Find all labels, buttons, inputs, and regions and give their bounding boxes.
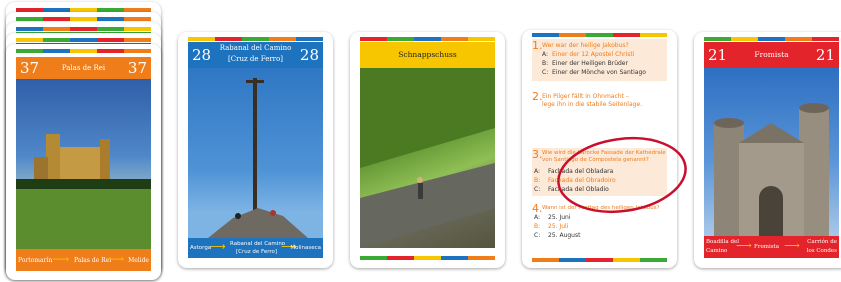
photo-pilgrim-road: [360, 68, 495, 248]
photo-fromista-church: [704, 68, 839, 236]
answer-c[interactable]: C: 25. August: [534, 232, 580, 239]
answer-text: Fachada del Obradoiro: [548, 177, 616, 184]
answer-c[interactable]: C: Einer der Mönche von Santiago: [542, 69, 646, 76]
photo-palas-de-rei: [16, 79, 151, 249]
route-from-line1: Boadilla del: [706, 239, 739, 245]
card-number-right: 28: [299, 46, 319, 64]
route-current: Fromista: [754, 244, 780, 250]
card-title: Schnappschuss: [398, 50, 457, 59]
card-palas-de-rei[interactable]: 37 Palas de Rei 37 Portomarín ⟶ Palas de…: [6, 44, 161, 280]
route-bar: Boadilla del Camino ⟶ Fromista ⟶ Carrión…: [704, 236, 839, 258]
answer-letter: C:: [534, 186, 541, 193]
color-stripe: [16, 49, 151, 53]
answer-c[interactable]: C: Fachada del Obladio: [534, 186, 616, 193]
answer-letter: B:: [542, 60, 549, 67]
answer-letter: B:: [534, 223, 541, 230]
color-stripe-bottom: [360, 256, 495, 260]
answer-letter: A:: [534, 214, 541, 221]
answer-text: Fachada del Obladio: [548, 186, 609, 193]
color-stripe: [16, 27, 151, 31]
card-header: Schnappschuss: [360, 42, 495, 68]
answer-letter: B:: [534, 177, 541, 184]
card-cruz-de-ferro[interactable]: 28 Rabanal del Camino [Cruz de Ferro] 28…: [178, 32, 333, 268]
answer-text: Einer der 12 Apostel Christi: [552, 51, 635, 58]
answer-text: 25. Juli: [548, 223, 569, 230]
color-stripe: [16, 17, 151, 21]
quiz-question-1: 1. Wer war der heilige Jakobus? A: Einer …: [532, 39, 667, 81]
question-text-line1: Wie wird die barocke Fassade der Kathedr…: [542, 150, 666, 156]
route-from: Portomarín: [18, 257, 53, 264]
color-stripe-bottom: [532, 258, 667, 262]
route-from-line2: Camino: [706, 248, 728, 254]
quiz-question-3: 3. Wie wird die barocke Fassade der Kath…: [532, 148, 667, 196]
question-text: Wer war der heilige Jakobus?: [542, 42, 629, 49]
arrow-right-icon: ⟶: [107, 252, 125, 266]
route-to-line1: Carrión de: [807, 239, 837, 245]
card-schnappschuss[interactable]: Schnappschuss: [350, 32, 505, 268]
answer-text: Einer der Mönche von Santiago: [552, 69, 646, 76]
answer-text: Einer der Heiligen Brüder: [552, 60, 628, 67]
answer-b[interactable]: B: 25. Juli: [534, 223, 580, 230]
route-current-line1: Rabanal del Camino: [230, 241, 286, 247]
route-from: Astorga: [190, 245, 212, 251]
answer-letter: C:: [534, 232, 541, 239]
route-to-line2: los Condes: [806, 248, 837, 254]
answer-text: 25. Juni: [548, 214, 571, 221]
color-stripe: [360, 37, 495, 41]
question-number: 2.: [532, 90, 543, 103]
color-stripe: [532, 33, 667, 37]
color-stripe: [704, 37, 839, 41]
answer-letter: C:: [542, 69, 549, 76]
quiz-card[interactable]: 1. Wer war der heilige Jakobus? A: Einer …: [522, 30, 677, 268]
route-bar: Astorga ⟶ Rabanal del Camino [Cruz de Fe…: [188, 238, 323, 258]
card-header: 28 Rabanal del Camino [Cruz de Ferro] 28: [188, 42, 323, 68]
route-current-line2: [Cruz de Ferro]: [236, 249, 278, 255]
answer-b[interactable]: B: Einer der Heiligen Brüder: [542, 60, 646, 67]
arrow-right-icon: ⟶: [210, 240, 226, 253]
arrow-right-icon: ⟶: [784, 239, 800, 252]
card-header: 21 Fromista 21: [704, 42, 839, 68]
answer-a[interactable]: A: Einer der 12 Apostel Christi: [542, 51, 646, 58]
question-text-line1: Ein Pilger fällt in Ohnmacht –: [542, 93, 629, 100]
answer-text: Fachada del Obladara: [548, 168, 614, 175]
answer-a[interactable]: A: Fachada del Obladara: [534, 168, 616, 175]
answer-letter: A:: [534, 168, 541, 175]
route-to: Melide: [128, 257, 149, 264]
quiz-question-4: 4. Wann ist der Festtag des heiligen Jak…: [532, 202, 667, 250]
question-text: Wann ist der Festtag des heiligen Jakobu…: [542, 205, 660, 211]
question-text-line2: von Santiago de Compostela genannt?: [542, 157, 649, 163]
arrow-right-icon: ⟶: [736, 239, 752, 252]
color-stripe: [16, 38, 151, 42]
arrow-right-icon: ⟶: [52, 252, 70, 266]
answer-text: 25. August: [548, 232, 581, 239]
question-number: 1.: [532, 39, 543, 52]
card-number-right: 37: [127, 59, 147, 77]
question-number: 3.: [532, 148, 543, 161]
quiz-question-2: 2. Ein Pilger fällt in Ohnmacht – lege i…: [532, 90, 667, 118]
answer-a[interactable]: A: 25. Juni: [534, 214, 580, 221]
answer-letter: A:: [542, 51, 549, 58]
card-number-right: 21: [815, 46, 835, 64]
question-text-line2: lege ihn in die stabile Seitenlage.: [542, 101, 643, 108]
color-stripe: [188, 37, 323, 41]
card-fromista[interactable]: 21 Fromista 21 Boadilla del Camino ⟶ Fro…: [694, 32, 841, 268]
photo-cruz-de-ferro: [188, 68, 323, 238]
route-bar: Portomarín ⟶ Palas de Rei ⟶ Melide: [16, 249, 151, 271]
route-to: Molinaseca: [290, 245, 321, 251]
route-current: Palas de Rei: [74, 257, 112, 264]
answer-b[interactable]: B: Fachada del Obradoiro: [534, 177, 616, 184]
card-header: 37 Palas de Rei 37: [16, 57, 151, 79]
